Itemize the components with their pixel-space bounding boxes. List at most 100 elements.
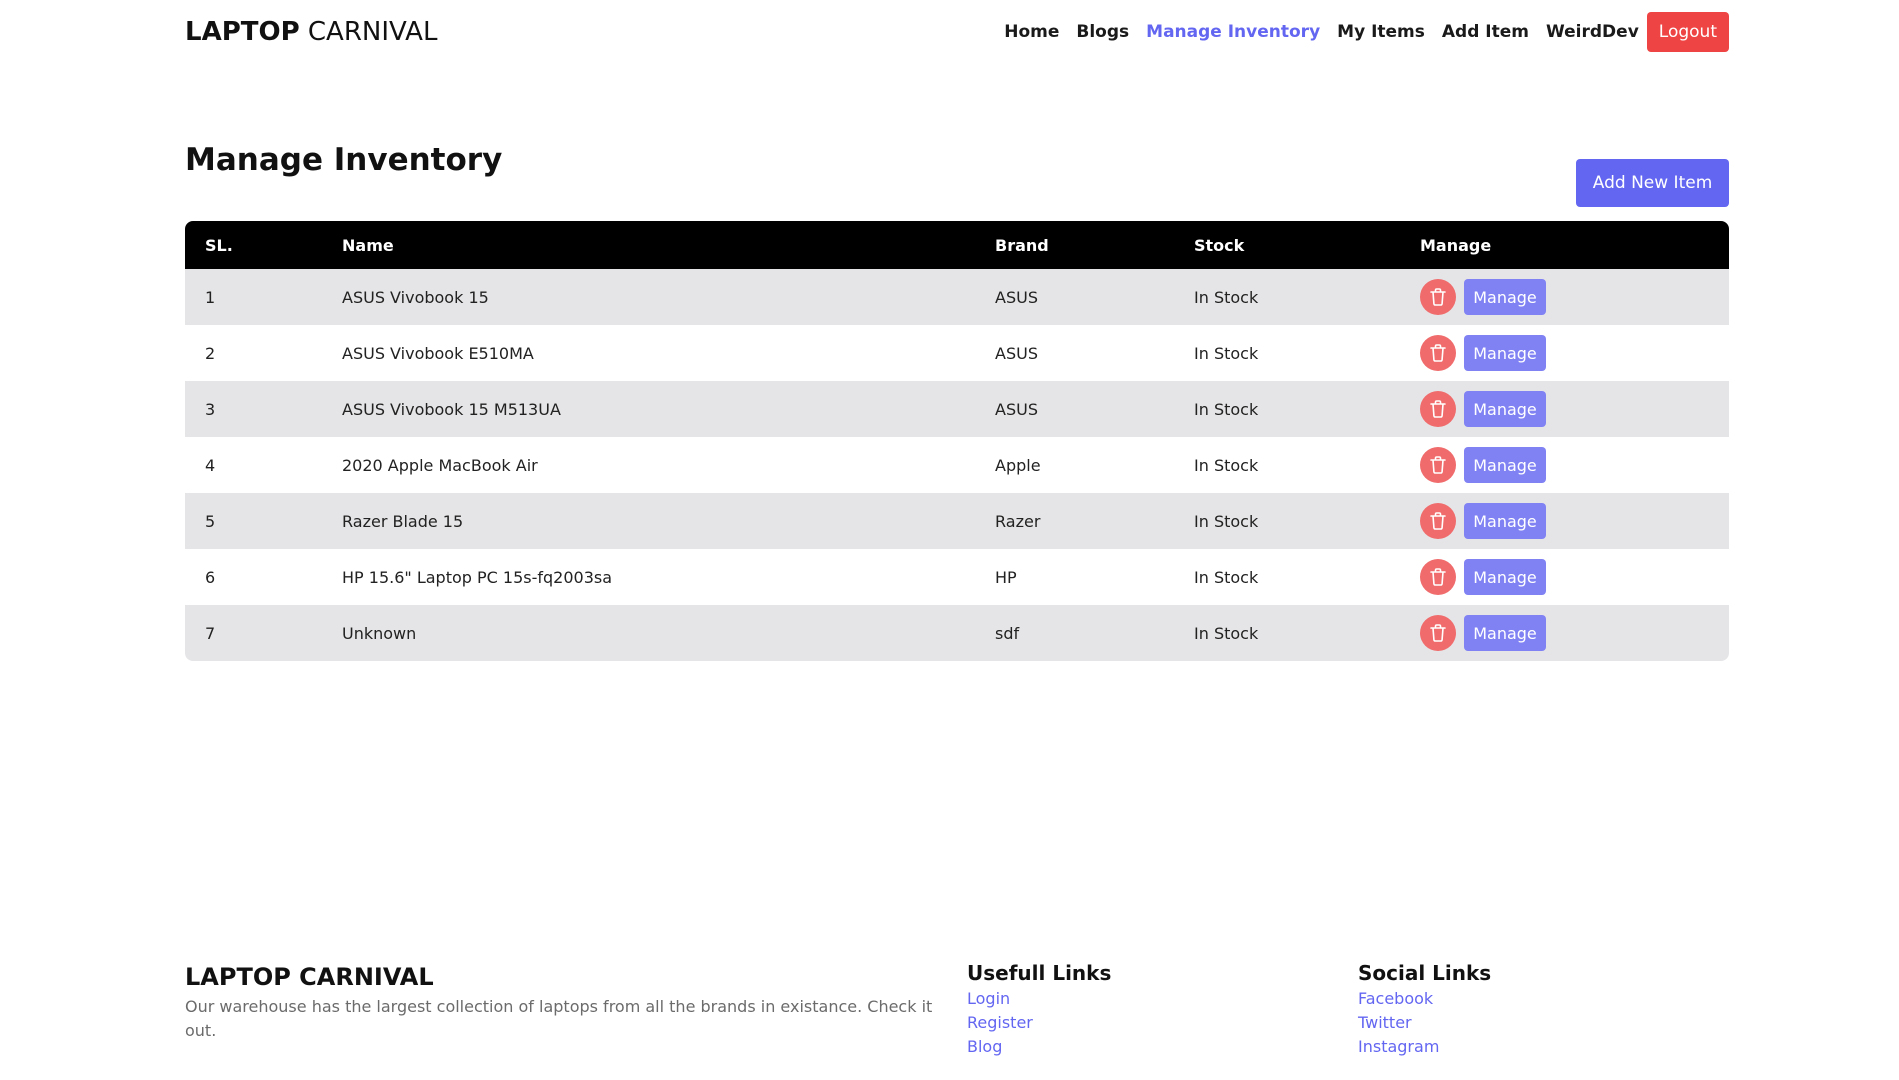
nav-add-item[interactable]: Add Item — [1442, 22, 1529, 42]
inventory-table: SL. Name Brand Stock Manage 1 ASUS Vivob… — [185, 221, 1729, 661]
cell-sl: 5 — [205, 511, 216, 531]
delete-button[interactable] — [1420, 503, 1456, 539]
manage-actions: Manage — [1420, 559, 1729, 595]
cell-manage: Manage — [1420, 381, 1729, 437]
header-name: Name — [342, 235, 394, 255]
nav-my-items[interactable]: My Items — [1337, 22, 1425, 42]
cell-manage: Manage — [1420, 269, 1729, 325]
cell-stock: In Stock — [1194, 287, 1259, 307]
cell-brand: sdf — [995, 623, 1020, 643]
footer-brand: LAPTOP CARNIVAL — [185, 963, 434, 991]
delete-button[interactable] — [1420, 615, 1456, 651]
cell-name: Unknown — [342, 623, 417, 643]
cell-sl: 4 — [205, 455, 216, 475]
table-row: 4 2020 Apple MacBook Air Apple In Stock … — [185, 437, 1729, 493]
trash-icon — [1430, 288, 1446, 306]
trash-icon — [1430, 344, 1446, 362]
manage-actions: Manage — [1420, 391, 1729, 427]
manage-actions: Manage — [1420, 447, 1729, 483]
header-manage: Manage — [1420, 235, 1492, 255]
manage-button[interactable]: Manage — [1464, 279, 1546, 315]
footer-link-blog[interactable]: Blog — [967, 1035, 1111, 1059]
add-new-item-button[interactable]: Add New Item — [1576, 159, 1729, 207]
cell-sl: 7 — [205, 623, 216, 643]
cell-sl: 3 — [205, 399, 216, 419]
manage-button[interactable]: Manage — [1464, 615, 1546, 651]
manage-actions: Manage — [1420, 279, 1729, 315]
cell-brand: ASUS — [995, 287, 1038, 307]
footer-link-facebook[interactable]: Facebook — [1358, 987, 1491, 1011]
brand-strong: LAPTOP — [185, 17, 300, 47]
cell-name: Razer Blade 15 — [342, 511, 464, 531]
cell-brand: Apple — [995, 455, 1041, 475]
table-row: 3 ASUS Vivobook 15 M513UA ASUS In Stock … — [185, 381, 1729, 437]
footer-link-instagram[interactable]: Instagram — [1358, 1035, 1491, 1059]
delete-button[interactable] — [1420, 279, 1456, 315]
delete-button[interactable] — [1420, 559, 1456, 595]
cell-brand: Razer — [995, 511, 1041, 531]
cell-manage: Manage — [1420, 549, 1729, 605]
header-sl: SL. — [205, 235, 233, 255]
table-row: 1 ASUS Vivobook 15 ASUS In Stock Manage — [185, 269, 1729, 325]
footer-about: LAPTOP CARNIVAL Our warehouse has the la… — [185, 957, 945, 1043]
cell-name: ASUS Vivobook E510MA — [342, 343, 534, 363]
header-stock: Stock — [1194, 235, 1245, 255]
useful-links-heading: Usefull Links — [967, 961, 1112, 985]
cell-name: ASUS Vivobook 15 — [342, 287, 489, 307]
social-links-heading: Social Links — [1358, 961, 1492, 985]
nav-menu: Home Blogs Manage Inventory My Items Add… — [987, 12, 1729, 52]
manage-button[interactable]: Manage — [1464, 503, 1546, 539]
cell-manage: Manage — [1420, 437, 1729, 493]
cell-stock: In Stock — [1194, 511, 1259, 531]
table-body: 1 ASUS Vivobook 15 ASUS In Stock Manage … — [185, 269, 1729, 661]
footer-social-links: Social Links Facebook Twitter Instagram — [1358, 957, 1491, 1059]
nav-user-name[interactable]: WeirdDev — [1546, 22, 1639, 42]
footer-link-twitter[interactable]: Twitter — [1358, 1011, 1491, 1035]
trash-icon — [1430, 512, 1446, 530]
brand-logo[interactable]: LAPTOP CARNIVAL — [185, 17, 437, 47]
manage-actions: Manage — [1420, 615, 1729, 651]
title-row: Manage Inventory Add New Item — [185, 140, 1729, 210]
brand-light: CARNIVAL — [307, 17, 438, 47]
cell-manage: Manage — [1420, 325, 1729, 381]
cell-stock: In Stock — [1194, 623, 1259, 643]
cell-stock: In Stock — [1194, 567, 1259, 587]
manage-actions: Manage — [1420, 335, 1729, 371]
cell-manage: Manage — [1420, 605, 1729, 661]
trash-icon — [1430, 624, 1446, 642]
table-row: 7 Unknown sdf In Stock Manage — [185, 605, 1729, 661]
footer: LAPTOP CARNIVAL Our warehouse has the la… — [185, 957, 1729, 1067]
cell-sl: 6 — [205, 567, 216, 587]
cell-sl: 1 — [205, 287, 216, 307]
cell-stock: In Stock — [1194, 399, 1259, 419]
table-row: 5 Razer Blade 15 Razer In Stock Manage — [185, 493, 1729, 549]
footer-link-register[interactable]: Register — [967, 1011, 1111, 1035]
manage-button[interactable]: Manage — [1464, 335, 1546, 371]
inventory-table-container: SL. Name Brand Stock Manage 1 ASUS Vivob… — [185, 221, 1729, 661]
table-row: 2 ASUS Vivobook E510MA ASUS In Stock Man… — [185, 325, 1729, 381]
nav-blogs[interactable]: Blogs — [1076, 22, 1129, 42]
trash-icon — [1430, 568, 1446, 586]
cell-stock: In Stock — [1194, 343, 1259, 363]
cell-manage: Manage — [1420, 493, 1729, 549]
nav-manage-inventory[interactable]: Manage Inventory — [1146, 22, 1320, 42]
logout-button[interactable]: Logout — [1646, 12, 1729, 52]
cell-name: HP 15.6" Laptop PC 15s-fq2003sa — [342, 567, 613, 587]
cell-brand: ASUS — [995, 399, 1038, 419]
header-brand: Brand — [995, 235, 1049, 255]
footer-link-login[interactable]: Login — [967, 987, 1111, 1011]
manage-button[interactable]: Manage — [1464, 447, 1546, 483]
page-title: Manage Inventory — [185, 142, 503, 178]
manage-actions: Manage — [1420, 503, 1729, 539]
delete-button[interactable] — [1420, 447, 1456, 483]
manage-button[interactable]: Manage — [1464, 559, 1546, 595]
footer-description: Our warehouse has the largest collection… — [185, 997, 933, 1040]
trash-icon — [1430, 456, 1446, 474]
manage-button[interactable]: Manage — [1464, 391, 1546, 427]
delete-button[interactable] — [1420, 391, 1456, 427]
table-row: 6 HP 15.6" Laptop PC 15s-fq2003sa HP In … — [185, 549, 1729, 605]
cell-brand: HP — [995, 567, 1017, 587]
delete-button[interactable] — [1420, 335, 1456, 371]
nav-home[interactable]: Home — [1004, 22, 1059, 42]
footer-useful-links: Usefull Links Login Register Blog — [967, 957, 1111, 1059]
